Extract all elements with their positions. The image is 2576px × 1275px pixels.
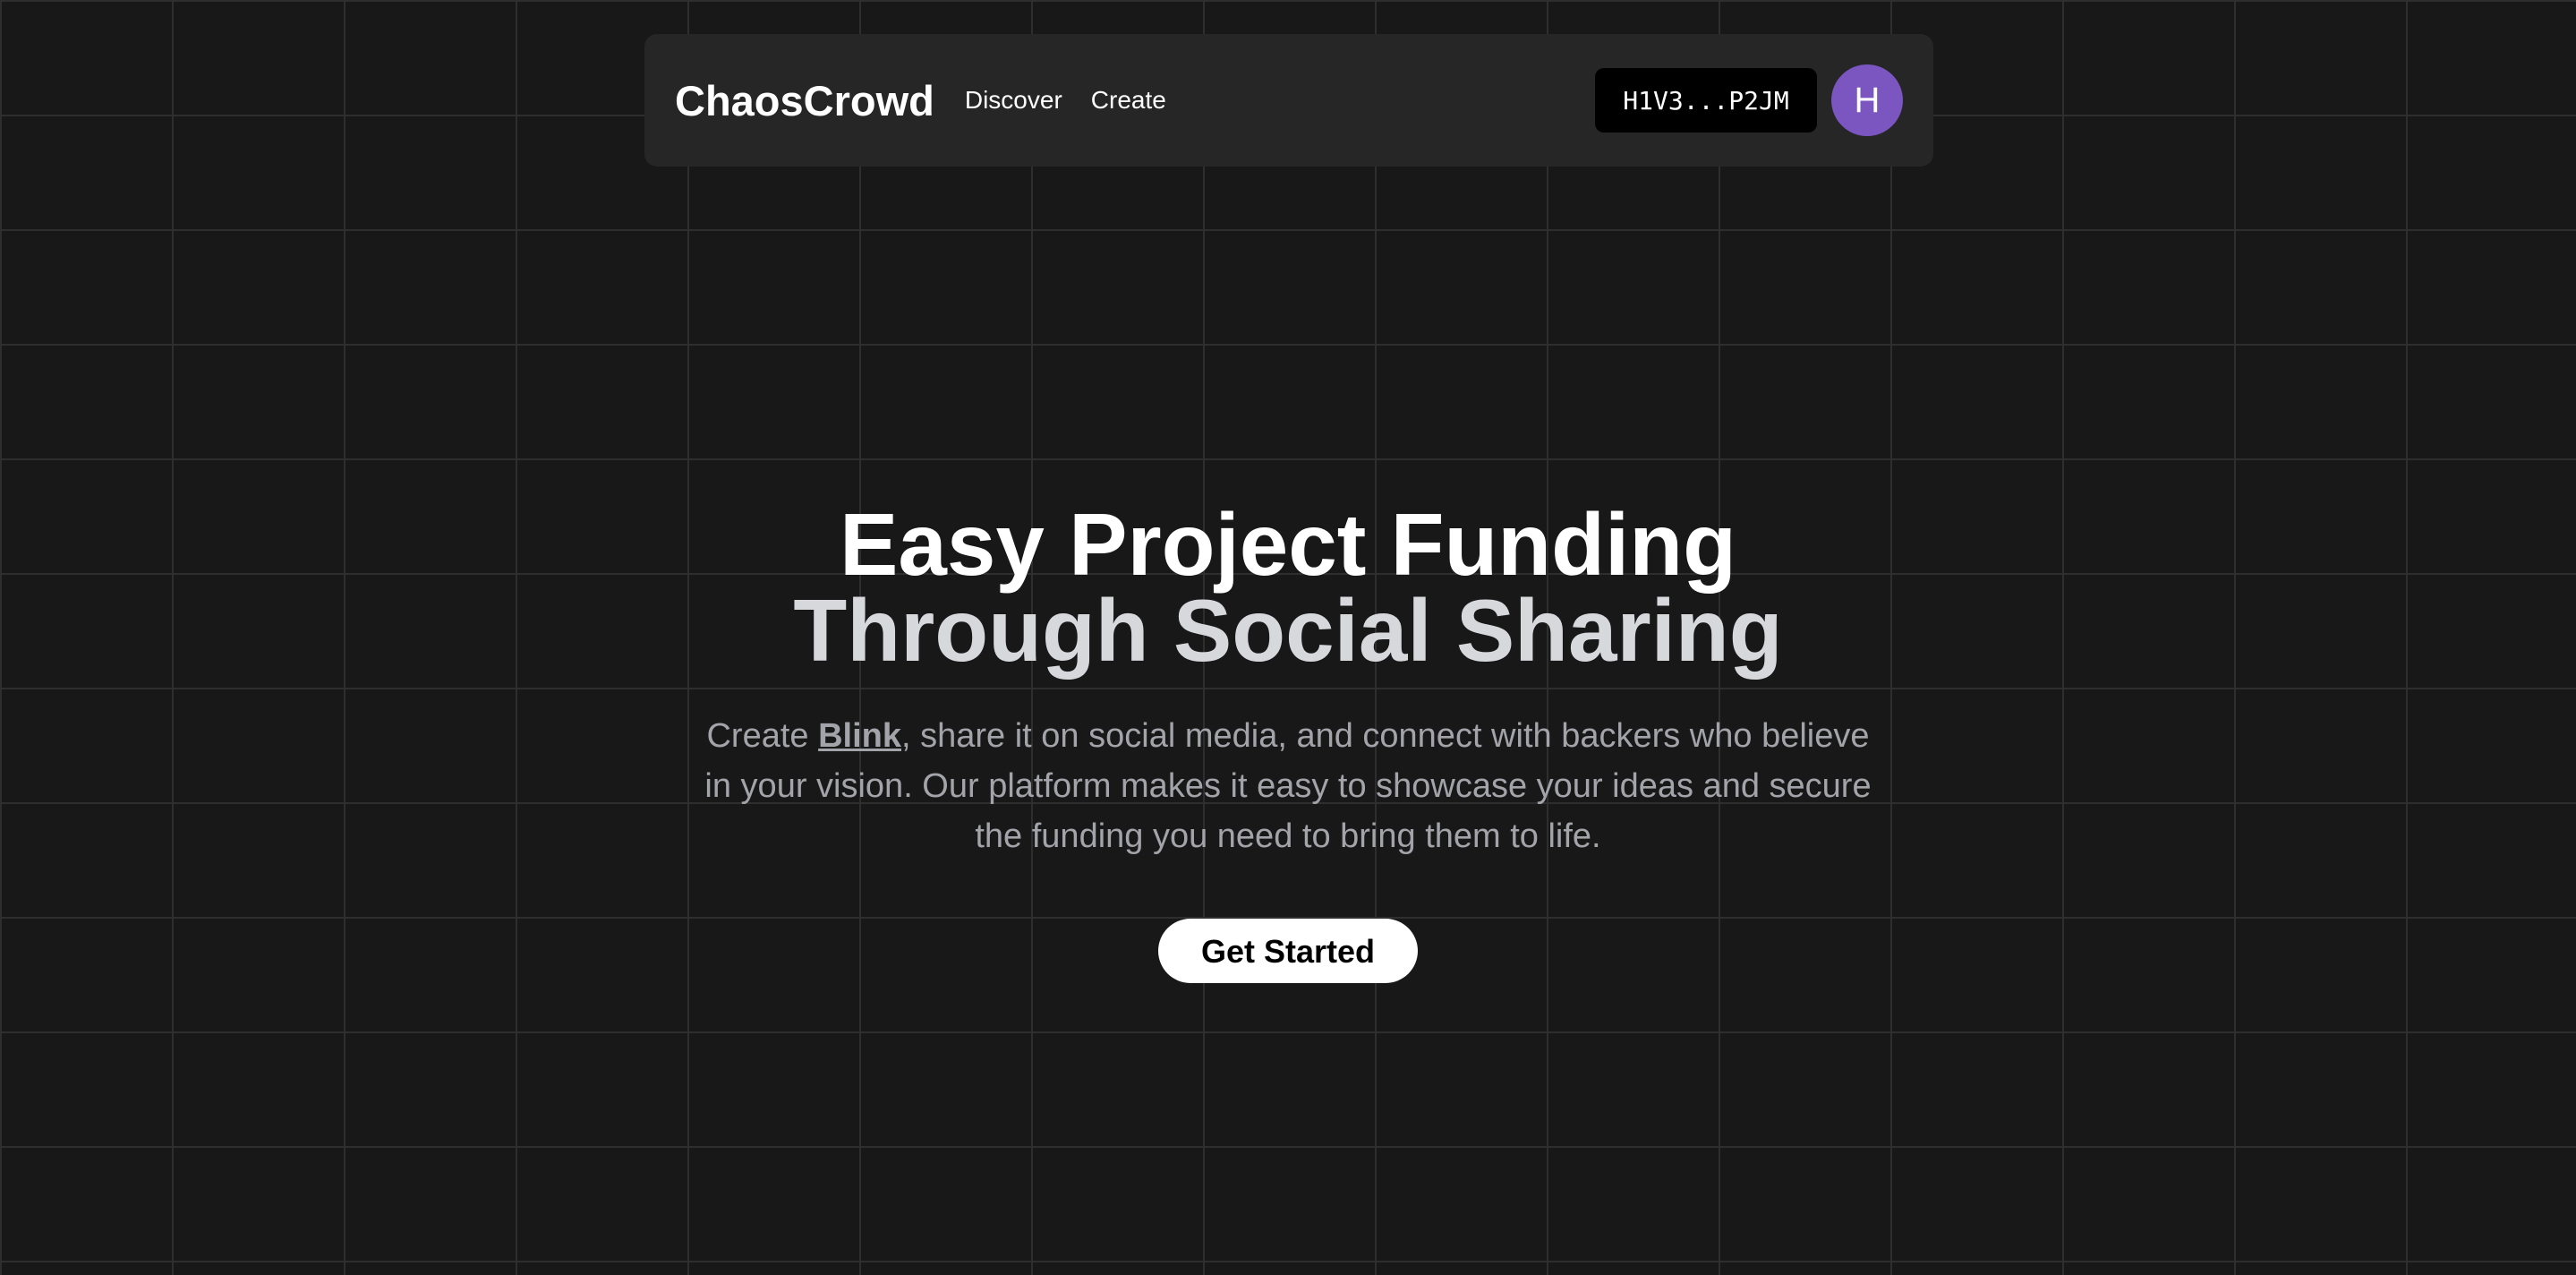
hero-description: Create Blink, share it on social media, …	[697, 711, 1879, 861]
hero-headline: Easy Project Funding Through Social Shar…	[0, 495, 2576, 680]
wallet-button[interactable]: H1V3...P2JM	[1595, 68, 1817, 133]
navbar: ChaosCrowd Discover Create H1V3...P2JM H	[644, 34, 1933, 167]
page: ChaosCrowd Discover Create H1V3...P2JM H…	[0, 0, 2576, 1275]
brand-logo[interactable]: ChaosCrowd	[675, 76, 934, 125]
nav-link-create[interactable]: Create	[1091, 86, 1166, 115]
avatar[interactable]: H	[1831, 64, 1903, 136]
headline-line-2: Through Social Sharing	[793, 581, 1783, 680]
desc-prefix: Create	[706, 717, 819, 755]
nav-link-discover[interactable]: Discover	[965, 86, 1062, 115]
get-started-button[interactable]: Get Started	[1158, 919, 1418, 983]
blink-link[interactable]: Blink	[818, 717, 901, 755]
headline-line-1: Easy Project Funding	[840, 495, 1736, 594]
hero-section: Easy Project Funding Through Social Shar…	[0, 501, 2576, 983]
